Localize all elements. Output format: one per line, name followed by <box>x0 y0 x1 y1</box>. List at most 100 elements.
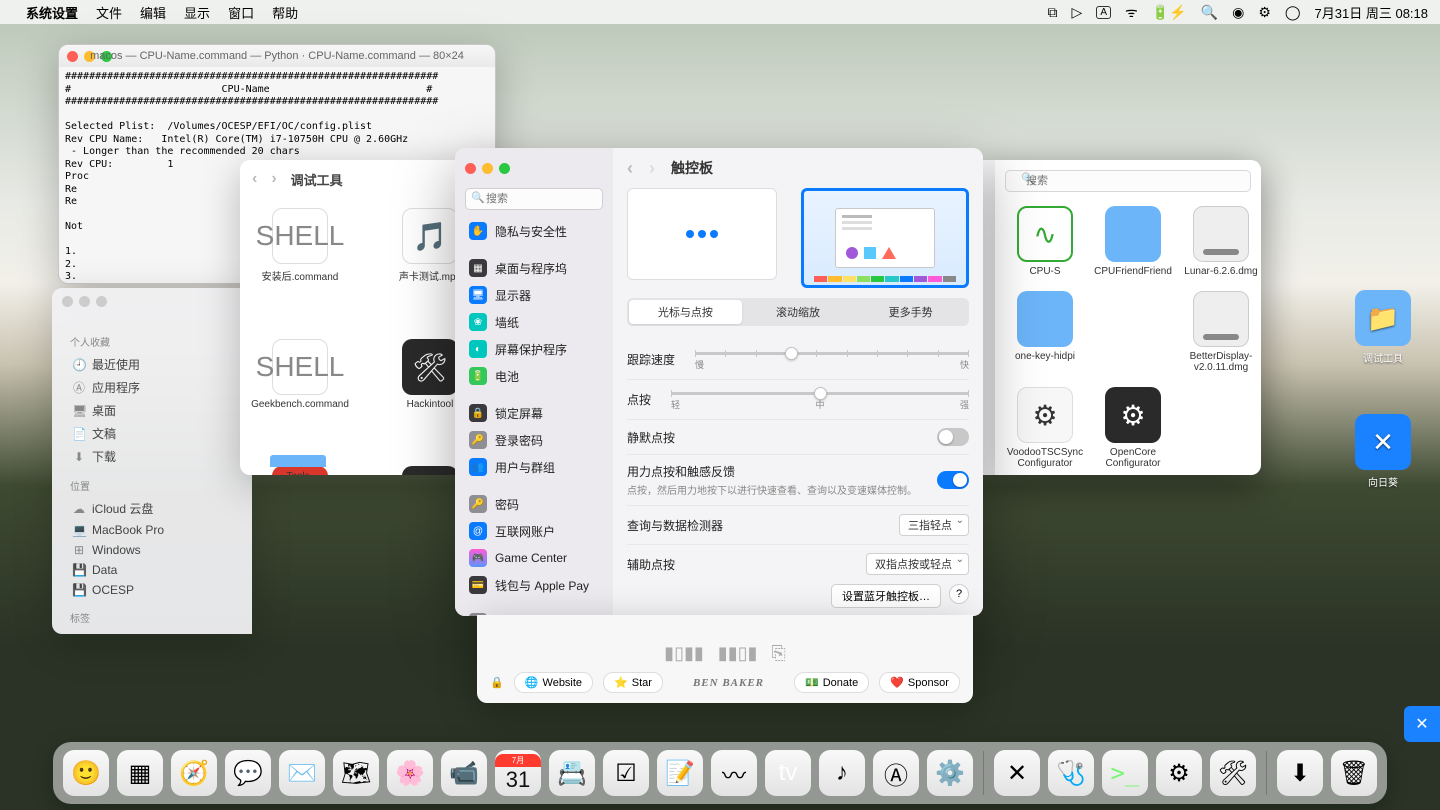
back-icon[interactable]: ‹ <box>252 170 257 188</box>
sidebar-item-privacy[interactable]: ✋隐私与安全性 <box>463 218 605 244</box>
sidebar-item-users[interactable]: 👥用户与群组 <box>463 454 605 480</box>
lock-icon[interactable]: 🔒 <box>490 676 504 689</box>
website-link[interactable]: 🌐 Website <box>514 672 593 693</box>
finder-item[interactable]: ∿CPU-S <box>1005 206 1085 277</box>
dock-disk-utility[interactable]: 🩺 <box>1048 750 1094 796</box>
dock-photos[interactable]: 🌸 <box>387 750 433 796</box>
search-icon[interactable]: 🔍 <box>1201 4 1218 21</box>
maximize-icon[interactable] <box>499 163 510 174</box>
sidebar-item-windows[interactable]: ⊞Windows <box>66 540 238 560</box>
sidebar-item-gamecenter[interactable]: 🎮Game Center <box>463 545 605 571</box>
finder-item[interactable]: CPUFriendFriend <box>1093 206 1173 277</box>
menu-help[interactable]: 帮助 <box>272 3 298 22</box>
dock-trash[interactable]: 🗑 <box>1331 750 1377 796</box>
minimize-icon[interactable] <box>482 163 493 174</box>
dock-terminal[interactable]: >_ <box>1102 750 1148 796</box>
click-slider[interactable] <box>671 392 969 395</box>
dock-freeform[interactable]: 〰 <box>711 750 757 796</box>
sidebar-item-passwords[interactable]: 🔑密码 <box>463 491 605 517</box>
tracking-speed-slider[interactable] <box>695 352 969 355</box>
dock-app-red[interactable]: 🛠 <box>1210 750 1256 796</box>
wifi-icon[interactable]: ᯤ <box>1125 3 1138 22</box>
back-icon[interactable]: ‹ <box>627 158 633 179</box>
control-center-icon[interactable]: ⚙ <box>1258 4 1271 21</box>
preview-trackpad[interactable] <box>627 188 777 280</box>
siri-icon[interactable]: ◯ <box>1285 4 1301 21</box>
dock-downloads[interactable]: ⬇ <box>1277 750 1323 796</box>
sidebar-item-downloads[interactable]: ⬇下载 <box>66 445 238 468</box>
sidebar-item-wallpaper[interactable]: ❀墙纸 <box>463 309 605 335</box>
maximize-icon[interactable] <box>96 296 107 307</box>
finder-item[interactable]: ⚙VoodooTSCSync Configurator <box>1005 387 1085 469</box>
dock-tv[interactable]: tv <box>765 750 811 796</box>
menu-file[interactable]: 文件 <box>96 3 122 22</box>
sidebar-item-ocesp[interactable]: 💾OCESP <box>66 580 238 600</box>
sidebar-item-docs[interactable]: 📄文稿 <box>66 422 238 445</box>
star-link[interactable]: ⭐ Star <box>603 672 663 693</box>
finder-item[interactable]: SHELLGeekbench.command <box>260 339 340 410</box>
sidebar-item-data[interactable]: 💾Data <box>66 560 238 580</box>
secondary-click-select[interactable]: 双指点按或轻点 <box>866 553 969 575</box>
close-icon[interactable] <box>67 51 78 62</box>
lookup-select[interactable]: 三指轻点 <box>899 514 969 536</box>
forward-icon[interactable]: › <box>649 158 655 179</box>
menu-view[interactable]: 显示 <box>184 3 210 22</box>
settings-sidebar-list[interactable]: ✋隐私与安全性 ▦桌面与程序坞 🖥显示器 ❀墙纸 ◐屏幕保护程序 🔋电池 🔒锁定… <box>455 218 613 616</box>
sidebar-item-apps[interactable]: Ⓐ应用程序 <box>66 376 238 399</box>
dock-safari[interactable]: 🧭 <box>171 750 217 796</box>
quiet-click-toggle[interactable] <box>937 428 969 446</box>
tab-cursor-click[interactable]: 光标与点按 <box>629 300 742 324</box>
minimize-icon[interactable] <box>84 51 95 62</box>
sidebar-item-battery[interactable]: 🔋电池 <box>463 363 605 389</box>
help-button[interactable]: ? <box>949 584 969 604</box>
dock-app-sunflower[interactable]: ✕ <box>994 750 1040 796</box>
menu-edit[interactable]: 编辑 <box>140 3 166 22</box>
finder-item[interactable]: ⚙OpenCore Configurator <box>1093 387 1173 469</box>
sidebar-item-wallet[interactable]: 💳钱包与 Apple Pay <box>463 572 605 598</box>
input-method-icon[interactable]: A <box>1096 6 1111 19</box>
barcode-icon-2[interactable]: ▮▮▯▮ <box>718 643 758 664</box>
settings-search-input[interactable] <box>465 188 603 210</box>
dock-calendar[interactable]: 7月31 <box>495 750 541 796</box>
menu-window[interactable]: 窗口 <box>228 3 254 22</box>
sidebar-item-lockscreen[interactable]: 🔒锁定屏幕 <box>463 400 605 426</box>
donate-link[interactable]: 💵 Donate <box>794 672 869 693</box>
sidebar-item-desktop[interactable]: 🖥桌面 <box>66 399 238 422</box>
user-switch-icon[interactable]: ◉ <box>1232 4 1244 21</box>
sidebar-item-icloud[interactable]: ☁iCloud 云盘 <box>66 497 238 520</box>
maximize-icon[interactable] <box>101 51 112 62</box>
barcode-icon[interactable]: ▮▯▮▮ <box>664 643 704 664</box>
export-icon[interactable]: ⎘ <box>771 643 785 664</box>
desktop-folder-debug-tools[interactable]: 📁 调试工具 <box>1348 290 1418 365</box>
preview-display[interactable] <box>801 188 969 288</box>
menubar-datetime[interactable]: 7月31日 周三 08:18 <box>1315 3 1428 22</box>
finder-item[interactable]: one-key-hidpi <box>1005 291 1085 373</box>
script-icon[interactable]: ▷ <box>1072 4 1083 21</box>
sidebar-item-internet[interactable]: @互联网账户 <box>463 518 605 544</box>
sidebar-item-screensaver[interactable]: ◐屏幕保护程序 <box>463 336 605 362</box>
menu-app[interactable]: 系统设置 <box>26 3 78 22</box>
dock-music[interactable]: ♪ <box>819 750 865 796</box>
sidebar-item-display[interactable]: 🖥显示器 <box>463 282 605 308</box>
close-icon[interactable] <box>62 296 73 307</box>
finder-item-tools[interactable]: Tools <box>258 455 338 475</box>
close-icon[interactable] <box>465 163 476 174</box>
dock-facetime[interactable]: 📹 <box>441 750 487 796</box>
dock-appstore[interactable]: Ⓐ <box>873 750 919 796</box>
dock-notes[interactable]: 📝 <box>657 750 703 796</box>
dock-settings[interactable]: ⚙️ <box>927 750 973 796</box>
sidebar-item-password[interactable]: 🔑登录密码 <box>463 427 605 453</box>
sidebar-item-recent[interactable]: 🕘最近使用 <box>66 353 238 376</box>
finder-item[interactable]: Lunar-6.2.6.dmg <box>1181 206 1261 277</box>
dock-finder[interactable]: 🙂 <box>63 750 109 796</box>
dock-launchpad[interactable]: ▦ <box>117 750 163 796</box>
minimize-icon[interactable] <box>79 296 90 307</box>
dock-messages[interactable]: 💬 <box>225 750 271 796</box>
dock-contacts[interactable]: 📇 <box>549 750 595 796</box>
dock-mail[interactable]: ✉️ <box>279 750 325 796</box>
battery-icon[interactable]: 🔋⚡ <box>1152 4 1187 21</box>
finder-item[interactable]: SHELL安装后.command <box>260 208 340 283</box>
side-widget[interactable]: ✕ <box>1404 706 1440 742</box>
tab-more-gestures[interactable]: 更多手势 <box>854 300 967 324</box>
finder-search-input[interactable] <box>1005 170 1251 192</box>
